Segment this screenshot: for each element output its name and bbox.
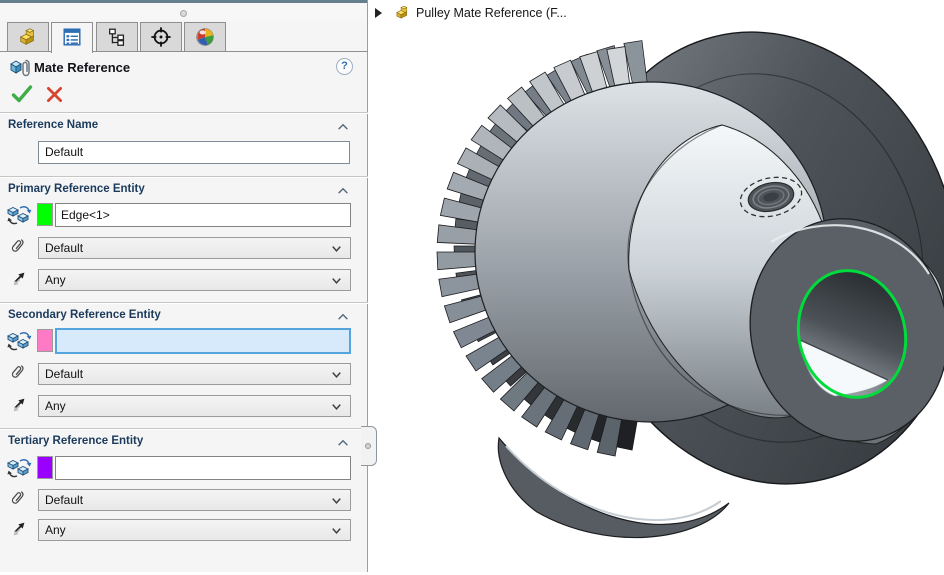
reference-entity-icon [6, 202, 32, 228]
chevron-down-icon [329, 367, 344, 382]
tab-propertymanager[interactable] [51, 22, 93, 53]
dropdown-value: Default [45, 241, 83, 255]
section-header-secondary: Secondary Reference Entity [8, 309, 360, 325]
divider [0, 176, 368, 178]
tertiary-selection-box[interactable] [55, 456, 351, 480]
section-header-reference-name: Reference Name [8, 119, 360, 135]
paperclip-icon [9, 489, 29, 509]
help-icon[interactable]: ? [336, 58, 353, 75]
chevron-down-icon [329, 273, 344, 288]
divider [0, 428, 368, 430]
alignment-arrows-icon [9, 394, 29, 414]
featuremanager-part-icon [17, 26, 39, 48]
secondary-color-swatch [37, 329, 53, 352]
cancel-button[interactable] [44, 84, 65, 105]
paperclip-icon [9, 363, 29, 383]
primary-alignment-dropdown[interactable]: Any [38, 269, 351, 291]
primary-mate-type-dropdown[interactable]: Default [38, 237, 351, 259]
collapse-chevron-icon[interactable] [336, 311, 350, 322]
section-header-tertiary: Tertiary Reference Entity [8, 435, 360, 451]
panel-grip-dot[interactable] [180, 10, 187, 17]
secondary-mate-type-dropdown[interactable]: Default [38, 363, 351, 385]
tertiary-color-swatch [37, 456, 53, 479]
configurationmanager-icon [106, 26, 128, 48]
dropdown-value: Any [45, 523, 66, 537]
section-title: Secondary Reference Entity [8, 309, 161, 321]
property-manager-panel: Mate Reference ? Reference Name Default … [0, 0, 368, 572]
divider [0, 302, 368, 304]
section-title: Reference Name [8, 119, 98, 131]
section-title: Primary Reference Entity [8, 183, 145, 195]
paperclip-icon [9, 237, 29, 257]
section-title: Tertiary Reference Entity [8, 435, 143, 447]
primary-selection-box[interactable]: Edge<1> [55, 203, 351, 227]
alignment-arrows-icon [9, 268, 29, 288]
dropdown-value: Any [45, 273, 66, 287]
dropdown-value: Any [45, 399, 66, 413]
section-header-primary: Primary Reference Entity [8, 183, 360, 199]
collapse-chevron-icon[interactable] [336, 121, 350, 132]
divider [0, 112, 368, 114]
chevron-down-icon [329, 493, 344, 508]
panel-grip-row[interactable] [0, 3, 367, 20]
tab-dimxpertmanager[interactable] [140, 22, 182, 52]
reference-entity-icon [6, 328, 32, 354]
graphics-area-model[interactable] [369, 0, 944, 572]
secondary-selection-box[interactable] [55, 328, 351, 354]
collapse-chevron-icon[interactable] [336, 185, 350, 196]
tree-expand-arrow-icon[interactable] [375, 8, 382, 18]
collapse-chevron-icon[interactable] [336, 437, 350, 448]
displaymanager-sphere-icon [194, 26, 216, 48]
dimxpert-target-icon [150, 26, 172, 48]
alignment-arrows-icon [9, 518, 29, 538]
tab-displaymanager[interactable] [184, 22, 226, 52]
tertiary-mate-type-dropdown[interactable]: Default [38, 489, 351, 511]
primary-color-swatch [37, 203, 53, 226]
reference-name-input[interactable]: Default [38, 141, 350, 164]
tree-root-label[interactable]: Pulley Mate Reference (F... [416, 6, 567, 20]
propertymanager-icon [61, 26, 83, 48]
splitter-grip-dot [365, 443, 371, 449]
manager-tab-bar [7, 22, 225, 52]
tab-featuremanager[interactable] [7, 22, 49, 52]
part-icon [394, 4, 411, 21]
ok-button[interactable] [10, 82, 34, 106]
panel-splitter-handle[interactable] [361, 426, 377, 466]
dropdown-value: Default [45, 493, 83, 507]
secondary-alignment-dropdown[interactable]: Any [38, 395, 351, 417]
dropdown-value: Default [45, 367, 83, 381]
chevron-down-icon [329, 241, 344, 256]
chevron-down-icon [329, 399, 344, 414]
mate-reference-icon [8, 56, 32, 80]
reference-entity-icon [6, 455, 32, 481]
tab-configurationmanager[interactable] [96, 22, 138, 52]
graphics-area[interactable]: Pulley Mate Reference (F... [369, 0, 944, 572]
chevron-down-icon [329, 523, 344, 538]
page-title: Mate Reference [34, 60, 130, 75]
tertiary-alignment-dropdown[interactable]: Any [38, 519, 351, 541]
